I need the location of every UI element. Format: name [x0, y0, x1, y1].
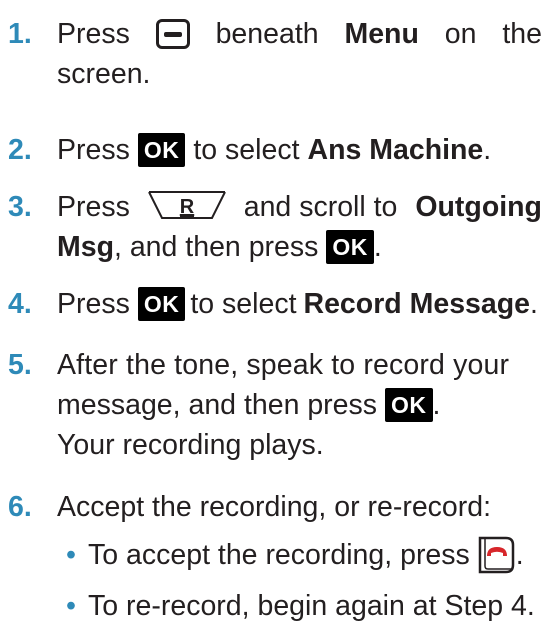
step-number: 5.: [8, 349, 32, 381]
step-text-bold: Menu: [344, 18, 419, 50]
step-text: Press: [57, 288, 130, 320]
step-text: , and then press: [114, 231, 319, 263]
step-text: screen.: [57, 58, 151, 90]
end-call-key-icon: [478, 536, 515, 574]
step-text: Press: [57, 134, 130, 166]
step-number: 2.: [8, 134, 32, 166]
step-text: After the tone, speak to record your: [57, 349, 510, 381]
ok-key-icon: OK: [137, 287, 186, 321]
step-text: and scroll to: [243, 191, 398, 223]
step-text: .: [530, 288, 538, 320]
step-text: Accept the recording, or re-record:: [57, 491, 492, 523]
step-number: 3.: [8, 191, 32, 223]
step-text: on: [444, 18, 477, 50]
bullet-icon: •: [66, 590, 76, 622]
bullet-text: To accept the recording, press: [88, 539, 470, 571]
step-text: the: [502, 18, 542, 50]
bullet-text: .: [515, 539, 524, 571]
step-text: Your recording plays.: [57, 429, 324, 461]
step-text: .: [432, 389, 441, 421]
step-text: beneath: [215, 18, 319, 50]
bullet-icon: •: [66, 539, 76, 571]
step-number: 6.: [8, 491, 32, 523]
step-number: 1.: [8, 18, 32, 50]
bullet-item: • To accept the recording, press .: [66, 535, 542, 575]
step-text-bold: Ans Machine: [307, 134, 484, 166]
bullet-text: To re-record, begin again at Step 4.: [88, 590, 535, 622]
bullet-item: • To re-record, begin again at Step 4.: [66, 586, 542, 626]
step-text: Press: [57, 18, 130, 50]
r-key-icon: R: [147, 191, 226, 219]
step-number: 4.: [8, 288, 32, 320]
ok-key-icon: OK: [326, 230, 374, 264]
step-text-bold: Record Message: [303, 288, 531, 320]
r-key-label: R: [180, 196, 195, 218]
step-text-bold: Outgoing: [415, 191, 542, 223]
step-text: to select: [190, 288, 297, 320]
ok-key-icon: OK: [137, 133, 186, 167]
step-text: .: [483, 134, 492, 166]
step-text: to select: [193, 134, 300, 166]
step-text: message, and then press: [57, 389, 378, 421]
softkey-menu-icon: [155, 19, 190, 49]
step-text: Press: [57, 191, 130, 223]
ok-key-icon: OK: [385, 388, 433, 422]
step-text-bold: Msg: [57, 231, 114, 263]
step-text: .: [373, 231, 382, 263]
